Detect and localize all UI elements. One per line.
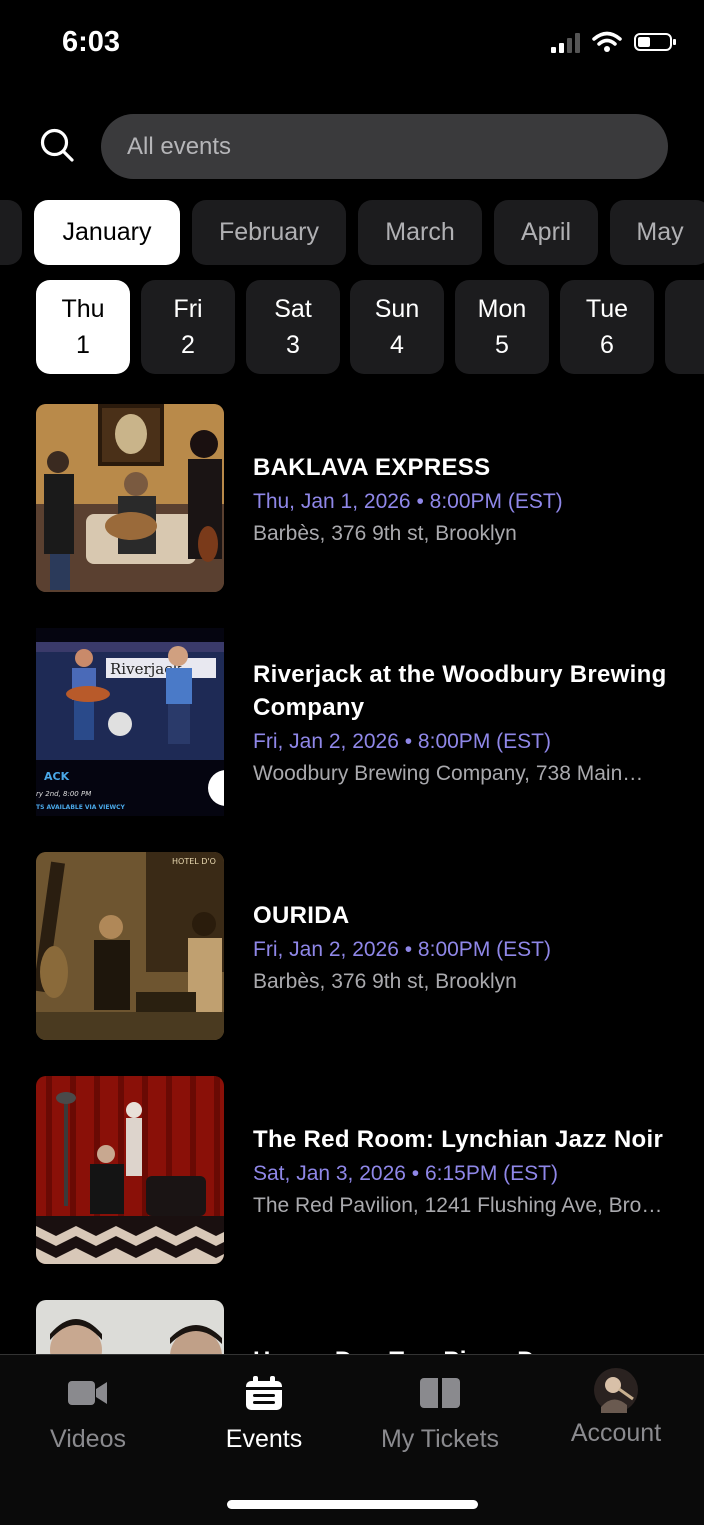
- tab-label: Videos: [50, 1425, 126, 1453]
- day-of-week: Tue: [585, 295, 629, 323]
- tab-label: Events: [225, 1425, 303, 1453]
- thumbnail-sign-text: HOTEL D'O: [172, 857, 216, 866]
- day-of-week: Sun: [374, 295, 420, 323]
- search-input[interactable]: [101, 114, 668, 179]
- tab-label: Account: [570, 1419, 662, 1447]
- day-chip[interactable]: Thu 1: [36, 280, 130, 374]
- month-chip-february[interactable]: February: [192, 200, 346, 265]
- event-thumbnail: [36, 1300, 224, 1354]
- day-number: 6: [600, 331, 614, 359]
- status-time: 6:03: [62, 26, 121, 58]
- month-chip-april[interactable]: April: [494, 200, 598, 265]
- day-chip[interactable]: Fri 2: [141, 280, 235, 374]
- event-date: Sat, Jan 3, 2026 • 6:15PM (EST): [253, 1161, 559, 1185]
- day-chip[interactable]: Sun 4: [350, 280, 444, 374]
- day-number: 3: [286, 331, 300, 359]
- month-chip-march[interactable]: March: [358, 200, 482, 265]
- day-of-week: Mon: [477, 295, 527, 323]
- day-chip[interactable]: T: [665, 280, 704, 374]
- thumbnail-tickets-text: TS AVAILABLE VIA VIEWCY: [36, 804, 126, 811]
- thumbnail-artist-text: ACK: [44, 770, 70, 783]
- event-venue: Woodbury Brewing Company, 738 Main…: [253, 762, 644, 785]
- month-chip-previous[interactable]: [0, 200, 22, 265]
- day-chip[interactable]: Sat 3: [246, 280, 340, 374]
- day-number: 4: [390, 331, 404, 359]
- tab-account[interactable]: Account: [528, 1355, 704, 1465]
- day-chip[interactable]: Tue 6: [560, 280, 654, 374]
- thumbnail-date-text: ry 2nd, 8:00 PM: [36, 790, 91, 798]
- month-chip-may[interactable]: May: [610, 200, 704, 265]
- event-list: BAKLAVA EXPRESS Thu, Jan 1, 2026 • 8:00P…: [0, 404, 704, 1354]
- day-number: 2: [181, 331, 195, 359]
- video-camera-icon: [68, 1381, 107, 1405]
- day-selector: Thu 1 Fri 2 Sat 3 Sun 4 Mon 5 Tue 6 T: [0, 280, 704, 374]
- event-card[interactable]: Riverjack ACK ry 2nd, 8:00 PM TS AVAILAB…: [36, 628, 686, 816]
- day-of-week: Fri: [173, 295, 203, 323]
- month-selector: January February March April May: [0, 200, 704, 266]
- day-of-week: Thu: [61, 295, 105, 323]
- status-icons: [551, 31, 676, 53]
- tab-events[interactable]: Events: [176, 1355, 352, 1465]
- event-date: Fri, Jan 2, 2026 • 8:00PM (EST): [253, 937, 551, 961]
- avatar: [594, 1368, 638, 1413]
- day-of-week: Sat: [274, 295, 312, 323]
- event-title: BAKLAVA EXPRESS: [253, 453, 491, 481]
- tab-videos[interactable]: Videos: [0, 1355, 176, 1465]
- event-venue: The Red Pavilion, 1241 Flushing Ave, Bro…: [253, 1193, 663, 1217]
- cellular-signal-icon: [551, 31, 580, 53]
- day-number: 1: [76, 331, 90, 359]
- tab-label: My Tickets: [380, 1425, 500, 1453]
- event-card[interactable]: Happy Dog Two Piano Duo: [36, 1300, 686, 1354]
- ticket-icon: [420, 1378, 460, 1408]
- home-indicator[interactable]: [227, 1500, 478, 1509]
- event-date: Fri, Jan 2, 2026 • 8:00PM (EST): [253, 730, 551, 753]
- event-venue: Barbès, 376 9th st, Brooklyn: [253, 969, 517, 993]
- event-title: OURIDA: [253, 901, 350, 929]
- wifi-icon: [592, 31, 622, 52]
- event-title: The Red Room: Lynchian Jazz Noir: [253, 1125, 664, 1153]
- event-thumbnail: [36, 404, 224, 592]
- event-thumbnail: Riverjack ACK ry 2nd, 8:00 PM TS AVAILAB…: [36, 628, 224, 816]
- event-title: Happy Dog Two Piano Duo: [253, 1344, 686, 1354]
- event-card[interactable]: The Red Room: Lynchian Jazz Noir Sat, Ja…: [36, 1076, 686, 1264]
- event-card[interactable]: HOTEL D'O OURIDA Fri, Jan 2, 2026 • 8:00…: [36, 852, 686, 1040]
- tab-my-tickets[interactable]: My Tickets: [352, 1355, 528, 1465]
- search-icon[interactable]: [40, 128, 74, 162]
- battery-icon: [634, 33, 676, 51]
- event-title: Riverjack at the Woodbury Brewing Compan…: [253, 661, 667, 721]
- event-date: Thu, Jan 1, 2026 • 8:00PM (EST): [253, 489, 563, 513]
- day-number: 5: [495, 331, 509, 359]
- event-thumbnail: [36, 1076, 224, 1264]
- day-chip[interactable]: Mon 5: [455, 280, 549, 374]
- calendar-icon: [246, 1376, 282, 1410]
- event-card[interactable]: BAKLAVA EXPRESS Thu, Jan 1, 2026 • 8:00P…: [36, 404, 686, 592]
- event-thumbnail: HOTEL D'O: [36, 852, 224, 1040]
- month-chip-january[interactable]: January: [34, 200, 180, 265]
- event-venue: Barbès, 376 9th st, Brooklyn: [253, 521, 517, 545]
